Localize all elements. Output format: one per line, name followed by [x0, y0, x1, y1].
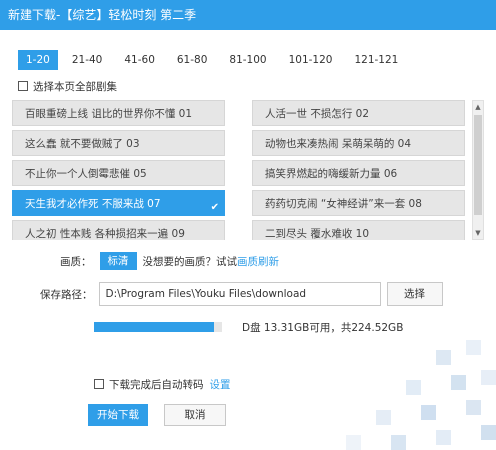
quality-refresh-link[interactable]: 画质刷新 [237, 254, 279, 269]
episode-label: 这么蠢 就不要做贼了 03 [25, 138, 140, 150]
tab-range[interactable]: 101-120 [281, 50, 341, 70]
episode-label: 搞笑界燃起的嗨缓新力量 06 [265, 168, 398, 180]
scroll-up-icon[interactable]: ▲ [473, 102, 483, 112]
select-all-label: 选择本页全部剧集 [33, 80, 117, 93]
episode-item[interactable]: 动物也来凑热闹 呆萌呆萌的 04 [252, 130, 465, 156]
window-title: 新建下载-【综艺】轻松时刻 第二季 [0, 0, 496, 30]
scroll-thumb[interactable] [474, 115, 482, 215]
episode-item[interactable]: 百眼重磅上线 诅比的世界你不懂 01 [12, 100, 225, 126]
transcode-settings-link[interactable]: 设置 [210, 377, 231, 392]
cancel-button[interactable]: 取消 [164, 404, 226, 426]
save-path-row: 保存路径： D:\Program Files\Youku Files\downl… [40, 282, 443, 306]
mosaic-overlay [346, 340, 496, 450]
tab-range[interactable]: 41-60 [116, 50, 163, 70]
auto-transcode-row[interactable]: 下载完成后自动转码 设置 [94, 377, 231, 391]
episode-label: 百眼重磅上线 诅比的世界你不懂 01 [25, 108, 193, 120]
checkmark-icon: ✔ [210, 202, 219, 213]
episode-list: 百眼重磅上线 诅比的世界你不懂 01 人活一世 不损怎行 02 这么蠢 就不要做… [12, 100, 474, 240]
disk-usage-fill [94, 322, 215, 332]
episode-label: 二到尽头 覆水难收 10 [265, 228, 370, 240]
auto-transcode-label: 下载完成后自动转码 [109, 378, 204, 391]
save-path-input[interactable]: D:\Program Files\Youku Files\download [98, 282, 381, 306]
scroll-down-icon[interactable]: ▼ [473, 228, 483, 238]
episode-item[interactable]: 不止你一个人倒霉悲催 05 [12, 160, 225, 186]
episode-item[interactable]: 搞笑界燃起的嗨缓新力量 06 [252, 160, 465, 186]
tab-range[interactable]: 121-121 [346, 50, 406, 70]
episode-label: 不止你一个人倒霉悲催 05 [25, 168, 147, 180]
save-path-label: 保存路径： [40, 288, 93, 301]
auto-transcode-checkbox[interactable] [94, 379, 104, 389]
disk-space-row: D盘 13.31GB可用，共224.52GB [94, 320, 403, 334]
episode-range-tabs: 1-20 21-40 41-60 61-80 81-100 101-120 12… [18, 50, 412, 70]
episode-label: 天生我才必作死 不服来战 07 [25, 198, 161, 210]
episode-label: 动物也来凑热闹 呆萌呆萌的 04 [265, 138, 412, 150]
quality-option-button[interactable]: 标清 [99, 252, 137, 270]
quality-row: 画质： 标清 没想要的画质？试试 画质刷新 [60, 252, 279, 270]
browse-button[interactable]: 选择 [386, 282, 443, 306]
dialog-buttons: 开始下载 取消 [88, 404, 226, 426]
select-all-row[interactable]: 选择本页全部剧集 [18, 79, 117, 93]
tab-range[interactable]: 81-100 [221, 50, 274, 70]
tab-range[interactable]: 1-20 [18, 50, 58, 70]
episode-item[interactable]: 二到尽头 覆水难收 10 [252, 220, 465, 240]
quality-prompt: 没想要的画质？试试 [142, 255, 238, 268]
disk-space-text: D盘 13.31GB可用，共224.52GB [242, 321, 404, 334]
episode-item[interactable]: 药药切克闹 “女神经讲”来一套 08 [252, 190, 465, 216]
tab-range[interactable]: 61-80 [169, 50, 216, 70]
episode-label: 药药切克闹 “女神经讲”来一套 08 [265, 198, 422, 210]
episode-item[interactable]: 这么蠢 就不要做贼了 03 [12, 130, 225, 156]
select-all-checkbox[interactable] [18, 81, 28, 91]
disk-usage-bar [94, 322, 222, 332]
episode-scrollbar[interactable]: ▲ ▼ [472, 100, 484, 240]
episode-label: 人活一世 不损怎行 02 [265, 108, 370, 120]
episode-label: 人之初 性本贱 各种损招来一遍 09 [25, 228, 185, 240]
episode-item[interactable]: 人活一世 不损怎行 02 [252, 100, 465, 126]
tab-range[interactable]: 21-40 [64, 50, 111, 70]
episode-item[interactable]: 人之初 性本贱 各种损招来一遍 09 [12, 220, 225, 240]
quality-label: 画质： [60, 255, 92, 268]
episode-item[interactable]: 天生我才必作死 不服来战 07 ✔ [12, 190, 225, 216]
start-download-button[interactable]: 开始下载 [88, 404, 148, 426]
